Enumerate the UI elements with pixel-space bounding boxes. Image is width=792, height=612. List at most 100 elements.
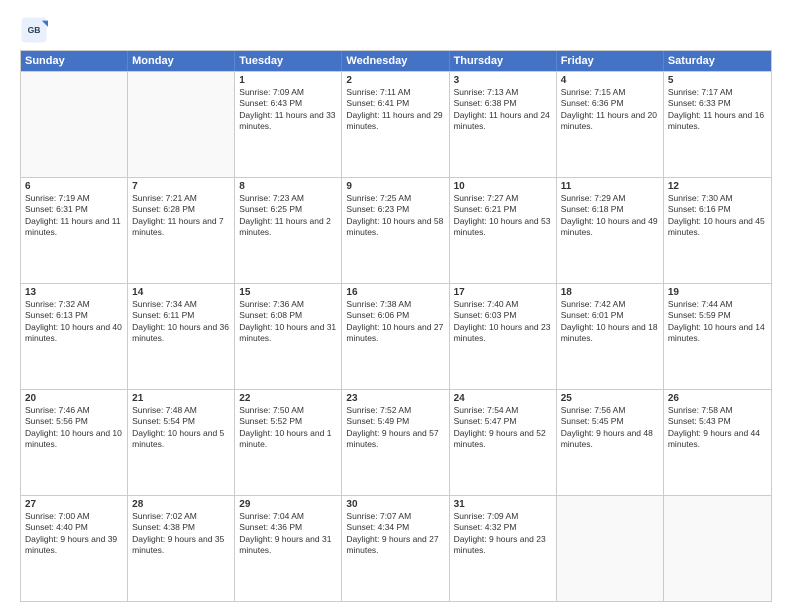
cal-cell-12: 12Sunrise: 7:30 AM Sunset: 6:16 PM Dayli… [664,178,771,283]
cell-info: Sunrise: 7:07 AM Sunset: 4:34 PM Dayligh… [346,511,444,557]
cell-day-number: 14 [132,287,230,298]
cell-day-number: 21 [132,393,230,404]
cell-day-number: 7 [132,181,230,192]
cal-header-sunday: Sunday [21,51,128,71]
cal-cell-29: 29Sunrise: 7:04 AM Sunset: 4:36 PM Dayli… [235,496,342,601]
cal-cell-18: 18Sunrise: 7:42 AM Sunset: 6:01 PM Dayli… [557,284,664,389]
cell-info: Sunrise: 7:29 AM Sunset: 6:18 PM Dayligh… [561,193,659,239]
cell-info: Sunrise: 7:23 AM Sunset: 6:25 PM Dayligh… [239,193,337,239]
cell-day-number: 16 [346,287,444,298]
cell-day-number: 4 [561,75,659,86]
cal-header-saturday: Saturday [664,51,771,71]
cal-row-3: 20Sunrise: 7:46 AM Sunset: 5:56 PM Dayli… [21,389,771,495]
cal-cell-empty-0-1 [128,72,235,177]
cal-cell-15: 15Sunrise: 7:36 AM Sunset: 6:08 PM Dayli… [235,284,342,389]
cell-info: Sunrise: 7:15 AM Sunset: 6:36 PM Dayligh… [561,87,659,133]
cal-header-tuesday: Tuesday [235,51,342,71]
cell-info: Sunrise: 7:32 AM Sunset: 6:13 PM Dayligh… [25,299,123,345]
cell-info: Sunrise: 7:30 AM Sunset: 6:16 PM Dayligh… [668,193,767,239]
cal-cell-7: 7Sunrise: 7:21 AM Sunset: 6:28 PM Daylig… [128,178,235,283]
cal-cell-6: 6Sunrise: 7:19 AM Sunset: 6:31 PM Daylig… [21,178,128,283]
cell-day-number: 2 [346,75,444,86]
cal-cell-empty-0-0 [21,72,128,177]
cal-cell-3: 3Sunrise: 7:13 AM Sunset: 6:38 PM Daylig… [450,72,557,177]
cal-cell-14: 14Sunrise: 7:34 AM Sunset: 6:11 PM Dayli… [128,284,235,389]
cell-info: Sunrise: 7:00 AM Sunset: 4:40 PM Dayligh… [25,511,123,557]
cell-info: Sunrise: 7:25 AM Sunset: 6:23 PM Dayligh… [346,193,444,239]
calendar-header-row: SundayMondayTuesdayWednesdayThursdayFrid… [21,51,771,71]
cal-cell-20: 20Sunrise: 7:46 AM Sunset: 5:56 PM Dayli… [21,390,128,495]
cell-day-number: 1 [239,75,337,86]
cal-cell-27: 27Sunrise: 7:00 AM Sunset: 4:40 PM Dayli… [21,496,128,601]
cell-info: Sunrise: 7:34 AM Sunset: 6:11 PM Dayligh… [132,299,230,345]
cal-cell-11: 11Sunrise: 7:29 AM Sunset: 6:18 PM Dayli… [557,178,664,283]
cell-info: Sunrise: 7:44 AM Sunset: 5:59 PM Dayligh… [668,299,767,345]
cell-day-number: 28 [132,499,230,510]
cal-cell-26: 26Sunrise: 7:58 AM Sunset: 5:43 PM Dayli… [664,390,771,495]
cell-day-number: 24 [454,393,552,404]
cell-day-number: 27 [25,499,123,510]
cal-cell-28: 28Sunrise: 7:02 AM Sunset: 4:38 PM Dayli… [128,496,235,601]
cal-cell-10: 10Sunrise: 7:27 AM Sunset: 6:21 PM Dayli… [450,178,557,283]
cell-info: Sunrise: 7:48 AM Sunset: 5:54 PM Dayligh… [132,405,230,451]
cell-info: Sunrise: 7:42 AM Sunset: 6:01 PM Dayligh… [561,299,659,345]
logo-icon: GB [20,16,48,44]
cell-info: Sunrise: 7:36 AM Sunset: 6:08 PM Dayligh… [239,299,337,345]
cell-info: Sunrise: 7:52 AM Sunset: 5:49 PM Dayligh… [346,405,444,451]
cal-header-wednesday: Wednesday [342,51,449,71]
svg-text:GB: GB [28,25,41,35]
cell-info: Sunrise: 7:27 AM Sunset: 6:21 PM Dayligh… [454,193,552,239]
cell-info: Sunrise: 7:09 AM Sunset: 6:43 PM Dayligh… [239,87,337,133]
cell-info: Sunrise: 7:40 AM Sunset: 6:03 PM Dayligh… [454,299,552,345]
cell-info: Sunrise: 7:02 AM Sunset: 4:38 PM Dayligh… [132,511,230,557]
cell-day-number: 10 [454,181,552,192]
cal-cell-24: 24Sunrise: 7:54 AM Sunset: 5:47 PM Dayli… [450,390,557,495]
cal-cell-21: 21Sunrise: 7:48 AM Sunset: 5:54 PM Dayli… [128,390,235,495]
cal-row-2: 13Sunrise: 7:32 AM Sunset: 6:13 PM Dayli… [21,283,771,389]
cell-day-number: 31 [454,499,552,510]
page: GB SundayMondayTuesdayWednesdayThursdayF… [0,0,792,612]
cell-info: Sunrise: 7:11 AM Sunset: 6:41 PM Dayligh… [346,87,444,133]
cell-day-number: 12 [668,181,767,192]
cell-day-number: 26 [668,393,767,404]
cell-info: Sunrise: 7:21 AM Sunset: 6:28 PM Dayligh… [132,193,230,239]
cell-day-number: 8 [239,181,337,192]
cal-cell-17: 17Sunrise: 7:40 AM Sunset: 6:03 PM Dayli… [450,284,557,389]
cal-cell-22: 22Sunrise: 7:50 AM Sunset: 5:52 PM Dayli… [235,390,342,495]
cell-info: Sunrise: 7:09 AM Sunset: 4:32 PM Dayligh… [454,511,552,557]
cell-day-number: 18 [561,287,659,298]
cal-cell-19: 19Sunrise: 7:44 AM Sunset: 5:59 PM Dayli… [664,284,771,389]
cal-row-0: 1Sunrise: 7:09 AM Sunset: 6:43 PM Daylig… [21,71,771,177]
cal-header-monday: Monday [128,51,235,71]
cal-header-thursday: Thursday [450,51,557,71]
cell-info: Sunrise: 7:38 AM Sunset: 6:06 PM Dayligh… [346,299,444,345]
logo: GB [20,16,52,44]
cell-day-number: 23 [346,393,444,404]
cal-cell-1: 1Sunrise: 7:09 AM Sunset: 6:43 PM Daylig… [235,72,342,177]
cell-info: Sunrise: 7:19 AM Sunset: 6:31 PM Dayligh… [25,193,123,239]
calendar-body: 1Sunrise: 7:09 AM Sunset: 6:43 PM Daylig… [21,71,771,601]
cell-info: Sunrise: 7:56 AM Sunset: 5:45 PM Dayligh… [561,405,659,451]
cal-cell-4: 4Sunrise: 7:15 AM Sunset: 6:36 PM Daylig… [557,72,664,177]
cal-cell-empty-4-6 [664,496,771,601]
cell-day-number: 6 [25,181,123,192]
cal-cell-8: 8Sunrise: 7:23 AM Sunset: 6:25 PM Daylig… [235,178,342,283]
cal-cell-5: 5Sunrise: 7:17 AM Sunset: 6:33 PM Daylig… [664,72,771,177]
cell-day-number: 30 [346,499,444,510]
cell-day-number: 5 [668,75,767,86]
cell-day-number: 25 [561,393,659,404]
calendar: SundayMondayTuesdayWednesdayThursdayFrid… [20,50,772,602]
cal-cell-25: 25Sunrise: 7:56 AM Sunset: 5:45 PM Dayli… [557,390,664,495]
cell-info: Sunrise: 7:58 AM Sunset: 5:43 PM Dayligh… [668,405,767,451]
cal-cell-9: 9Sunrise: 7:25 AM Sunset: 6:23 PM Daylig… [342,178,449,283]
cal-row-4: 27Sunrise: 7:00 AM Sunset: 4:40 PM Dayli… [21,495,771,601]
header: GB [20,16,772,44]
cell-info: Sunrise: 7:04 AM Sunset: 4:36 PM Dayligh… [239,511,337,557]
cal-cell-23: 23Sunrise: 7:52 AM Sunset: 5:49 PM Dayli… [342,390,449,495]
cell-day-number: 11 [561,181,659,192]
cell-info: Sunrise: 7:46 AM Sunset: 5:56 PM Dayligh… [25,405,123,451]
cell-info: Sunrise: 7:17 AM Sunset: 6:33 PM Dayligh… [668,87,767,133]
cal-cell-31: 31Sunrise: 7:09 AM Sunset: 4:32 PM Dayli… [450,496,557,601]
cal-row-1: 6Sunrise: 7:19 AM Sunset: 6:31 PM Daylig… [21,177,771,283]
cell-day-number: 9 [346,181,444,192]
